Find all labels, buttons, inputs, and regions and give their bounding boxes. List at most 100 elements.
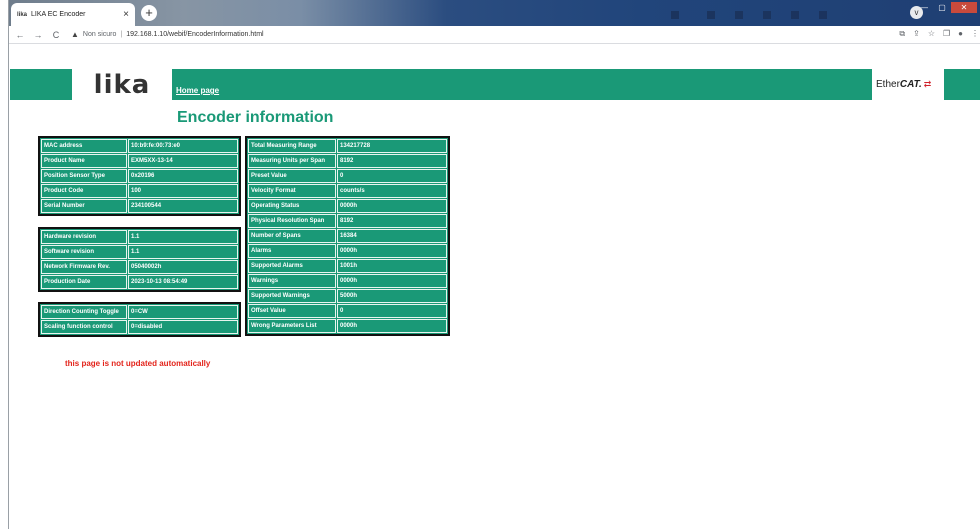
field-value: 0000h — [337, 274, 447, 288]
field-label: Hardware revision — [41, 230, 127, 244]
tab-close-icon[interactable]: × — [123, 9, 129, 20]
field-value: 134217728 — [337, 139, 447, 153]
taskbar-decoration — [791, 11, 799, 19]
field-label: Software revision — [41, 245, 127, 259]
table-row: Direction Counting Toggle 0=CW — [41, 305, 238, 319]
reload-icon[interactable]: C — [49, 30, 63, 40]
field-value: 8192 — [337, 214, 447, 228]
ethercat-logo-bold: CAT. — [899, 79, 922, 90]
measures-table: Total Measuring Range 134217728 Measuring … — [245, 136, 450, 336]
field-value: 1.1 — [128, 230, 238, 244]
table-row: Wrong Parameters List 0000h — [248, 319, 447, 333]
url-field[interactable]: ▲ Non sicuro | 192.168.1.10/webif/Encode… — [71, 30, 264, 39]
field-label: Physical Resolution Span — [248, 214, 336, 228]
table-row: Measuring Units per Span 8192 — [248, 154, 447, 168]
table-row: Physical Resolution Span 8192 — [248, 214, 447, 228]
table-row: Product Code 100 — [41, 184, 238, 198]
table-row: Warnings 0000h — [248, 274, 447, 288]
field-label: Position Sensor Type — [41, 169, 127, 183]
back-icon[interactable]: ← — [13, 30, 27, 40]
field-label: Wrong Parameters List — [248, 319, 336, 333]
share-icon[interactable]: ⇪ — [913, 29, 920, 39]
security-label: Non sicuro — [82, 31, 117, 38]
field-label: Velocity Format — [248, 184, 336, 198]
field-value: 0000h — [337, 199, 447, 213]
browser-window: lika LIKA EC Encoder × + v — ▢ ✕ ← → C ▲… — [8, 0, 980, 529]
warning-icon[interactable]: ▲ — [71, 30, 79, 39]
field-value: 0000h — [337, 319, 447, 333]
field-label: MAC address — [41, 139, 127, 153]
field-label: Total Measuring Range — [248, 139, 336, 153]
field-label: Preset Value — [248, 169, 336, 183]
field-label: Offset Value — [248, 304, 336, 318]
ethercat-arrow-icon: ⇄ — [923, 79, 932, 89]
translate-icon[interactable]: ⧉ — [899, 29, 905, 39]
browser-tab[interactable]: lika LIKA EC Encoder × — [11, 3, 135, 26]
table-row: Network Firmware Rev. 05040002h — [41, 260, 238, 274]
url-separator: | — [120, 31, 123, 38]
field-value: 0 — [337, 304, 447, 318]
field-value: counts/s — [337, 184, 447, 198]
forward-icon[interactable]: → — [31, 30, 45, 40]
table-row: Software revision 1.1 — [41, 245, 238, 259]
field-label: Serial Number — [41, 199, 127, 213]
field-label: Number of Spans — [248, 229, 336, 243]
url-text: 192.168.1.10/webif/EncoderInformation.ht… — [126, 31, 264, 38]
profile-icon[interactable]: ● — [958, 29, 963, 39]
page-content: lika Home page Ether CAT. ⇄ Encoder inform… — [9, 45, 980, 529]
field-value: 0x20196 — [128, 169, 238, 183]
home-page-link[interactable]: Home page — [176, 86, 219, 95]
toolbar-icons: ⧉ ⇪ ☆ ❐ ● ⋮ — [899, 29, 979, 39]
identity-table: MAC address 10:b9:fe:00:73:e0 Product Name… — [38, 136, 241, 216]
field-label: Production Date — [41, 275, 127, 289]
table-row: Serial Number 234100544 — [41, 199, 238, 213]
field-value: 10:b9:fe:00:73:e0 — [128, 139, 238, 153]
table-row: Product Name EXM5XX-13-14 — [41, 154, 238, 168]
taskbar-decoration — [735, 11, 743, 19]
taskbar-decoration — [671, 11, 679, 19]
field-value: 8192 — [337, 154, 447, 168]
menu-icon[interactable]: ⋮ — [971, 29, 979, 39]
close-window-button[interactable]: ✕ — [951, 2, 977, 13]
field-value: 0000h — [337, 244, 447, 258]
ethercat-logo-pre: Ether — [876, 79, 900, 90]
field-value: 5000h — [337, 289, 447, 303]
table-row: Production Date 2023-10-13 08:54:49 — [41, 275, 238, 289]
table-row: Supported Warnings 5000h — [248, 289, 447, 303]
table-row: Total Measuring Range 134217728 — [248, 139, 447, 153]
table-row: Supported Alarms 1001h — [248, 259, 447, 273]
minimize-button[interactable]: — — [915, 2, 933, 13]
table-row: Velocity Format counts/s — [248, 184, 447, 198]
table-row: Operating Status 0000h — [248, 199, 447, 213]
title-bar: lika LIKA EC Encoder × + v — ▢ ✕ — [9, 0, 980, 26]
address-bar: ← → C ▲ Non sicuro | 192.168.1.10/webif/… — [9, 26, 980, 44]
bookmark-star-icon[interactable]: ☆ — [928, 29, 935, 39]
field-label: Supported Warnings — [248, 289, 336, 303]
field-label: Alarms — [248, 244, 336, 258]
table-row: Preset Value 0 — [248, 169, 447, 183]
field-label: Supported Alarms — [248, 259, 336, 273]
page-title: Encoder information — [177, 109, 334, 126]
field-label: Network Firmware Rev. — [41, 260, 127, 274]
maximize-button[interactable]: ▢ — [933, 2, 951, 13]
table-row: MAC address 10:b9:fe:00:73:e0 — [41, 139, 238, 153]
tab-title: LIKA EC Encoder — [31, 11, 86, 18]
field-value: 0=CW — [128, 305, 238, 319]
field-label: Product Code — [41, 184, 127, 198]
field-label: Scaling function control — [41, 320, 127, 334]
table-row: Number of Spans 16384 — [248, 229, 447, 243]
lika-logo: lika — [72, 69, 172, 100]
field-label: Warnings — [248, 274, 336, 288]
table-row: Offset Value 0 — [248, 304, 447, 318]
table-row: Position Sensor Type 0x20196 — [41, 169, 238, 183]
update-note: this page is not updated automatically — [65, 359, 211, 368]
tab-favicon-icon: lika — [17, 11, 28, 18]
taskbar-decoration — [707, 11, 715, 19]
ethercat-logo: Ether CAT. ⇄ — [872, 69, 944, 100]
taskbar-decoration — [819, 11, 827, 19]
field-value: 05040002h — [128, 260, 238, 274]
sidepanel-icon[interactable]: ❐ — [943, 29, 950, 39]
field-label: Operating Status — [248, 199, 336, 213]
new-tab-button[interactable]: + — [141, 5, 157, 21]
field-value: 0=disabled — [128, 320, 238, 334]
